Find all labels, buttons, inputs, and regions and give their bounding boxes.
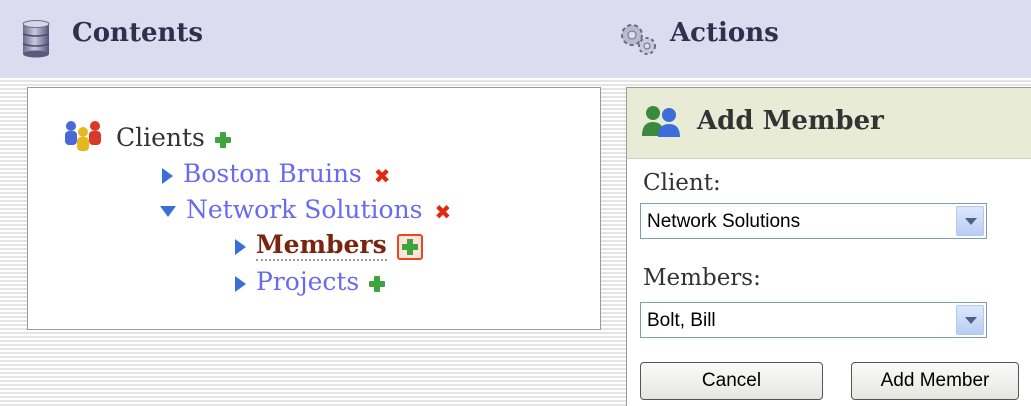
members-select[interactable]: Bolt, Bill xyxy=(640,302,987,338)
collapse-arrow-icon[interactable] xyxy=(160,206,176,217)
delete-icon[interactable]: ✖ xyxy=(435,197,452,227)
members-select-value: Bolt, Bill xyxy=(647,310,716,331)
add-client-icon[interactable] xyxy=(214,131,231,148)
expand-arrow-icon[interactable] xyxy=(235,238,246,255)
delete-icon[interactable]: ✖ xyxy=(374,161,391,191)
expand-arrow-icon[interactable] xyxy=(162,167,173,184)
tree-node-members: Members xyxy=(235,230,423,261)
add-member-button[interactable]: Add Member xyxy=(851,362,1019,400)
tree-node-label[interactable]: Boston Bruins xyxy=(183,159,362,188)
panel-header: Add Member xyxy=(627,88,1031,159)
tree-node-network-solutions: Network Solutions ✖ xyxy=(160,195,451,227)
tree-root-clients: Clients xyxy=(62,119,231,160)
contents-header-title: Contents xyxy=(72,18,204,48)
users-group-icon xyxy=(62,119,110,160)
client-select-value: Network Solutions xyxy=(647,211,801,232)
tree-root-label[interactable]: Clients xyxy=(116,123,205,152)
cancel-button[interactable]: Cancel xyxy=(640,362,823,400)
tree-node-label[interactable]: Network Solutions xyxy=(186,195,423,224)
client-select[interactable]: Network Solutions xyxy=(640,203,987,239)
add-user-icon xyxy=(641,104,683,142)
expand-arrow-icon[interactable] xyxy=(235,275,246,292)
database-icon xyxy=(22,20,50,62)
tree-node-boston-bruins: Boston Bruins ✖ xyxy=(162,159,391,191)
client-label: Client: xyxy=(643,170,721,196)
tree-node-label-selected[interactable]: Members xyxy=(256,230,387,261)
actions-header-title: Actions xyxy=(670,18,779,48)
tree-node-projects: Projects xyxy=(235,267,386,297)
gears-icon xyxy=(618,20,658,62)
panel-title: Add Member xyxy=(697,106,884,136)
members-label: Members: xyxy=(643,265,761,291)
chevron-down-icon[interactable] xyxy=(956,305,984,335)
chevron-down-icon[interactable] xyxy=(956,206,984,236)
tree-node-label[interactable]: Projects xyxy=(256,267,359,296)
add-member-icon[interactable] xyxy=(396,233,423,260)
top-header-bar: Contents Actions xyxy=(0,0,1031,78)
add-project-icon[interactable] xyxy=(369,275,386,292)
